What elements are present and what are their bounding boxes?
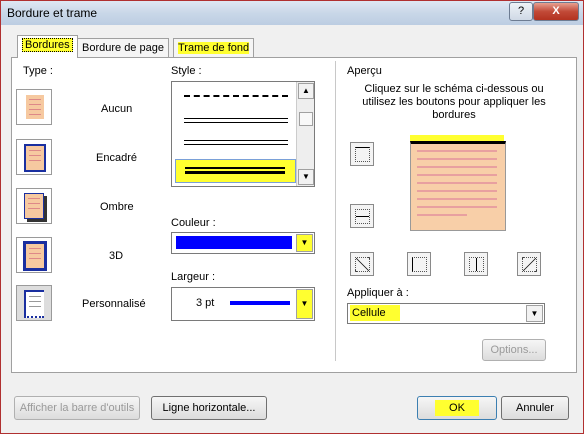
tab-bordures-label: Bordures bbox=[22, 38, 73, 52]
help-button[interactable]: ? bbox=[509, 2, 533, 21]
type-encadre-icon[interactable] bbox=[16, 139, 52, 175]
type-3d-label: 3D bbox=[109, 250, 124, 262]
type-personnalise-label: Personnalisé bbox=[82, 298, 146, 310]
type-encadre-label: Encadré bbox=[96, 152, 137, 164]
type-3d-icon[interactable] bbox=[16, 237, 52, 273]
section-divider bbox=[335, 61, 336, 361]
appliquer-label: Appliquer à : bbox=[347, 287, 409, 299]
type-aucun-label: Aucun bbox=[101, 103, 133, 115]
ligne-horizontale-button[interactable]: Ligne horizontale... bbox=[151, 396, 267, 420]
style-label: Style : bbox=[171, 65, 202, 77]
chevron-down-icon[interactable]: ▼ bbox=[296, 234, 313, 252]
scroll-thumb[interactable] bbox=[299, 112, 313, 126]
tab-bordures[interactable]: Bordures bbox=[17, 35, 78, 58]
apercu-hint: Cliquez sur le schéma ci-dessous ou util… bbox=[362, 83, 546, 121]
border-left-icon bbox=[412, 257, 427, 272]
border-inside-vertical-button[interactable] bbox=[464, 252, 488, 276]
couleur-swatch bbox=[176, 236, 292, 249]
largeur-select[interactable]: 3 pt ▼ bbox=[171, 287, 315, 321]
type-label: Type : bbox=[23, 65, 53, 77]
couleur-select[interactable]: ▼ bbox=[171, 232, 315, 254]
type-ombre-icon[interactable] bbox=[16, 188, 52, 224]
border-diagonal-down-button[interactable] bbox=[350, 252, 374, 276]
tab-trame-de-fond[interactable]: Trame de fond bbox=[173, 38, 255, 57]
afficher-barre-outils-button[interactable]: Afficher la barre d'outils bbox=[14, 396, 140, 420]
largeur-sample-line bbox=[230, 301, 290, 305]
type-aucun-icon[interactable] bbox=[16, 89, 52, 125]
style-option-selected[interactable] bbox=[175, 159, 296, 183]
preview-document bbox=[410, 141, 506, 231]
border-left-button[interactable] bbox=[407, 252, 431, 276]
border-top-icon bbox=[355, 147, 370, 162]
dialog-window: Bordure et trame ? X Bordures Bordure de… bbox=[0, 0, 584, 434]
ok-button[interactable]: OK bbox=[417, 396, 497, 420]
close-button[interactable]: X bbox=[533, 2, 579, 21]
largeur-label: Largeur : bbox=[171, 271, 216, 283]
appliquer-select[interactable]: Cellule ▼ bbox=[347, 303, 545, 324]
cancel-button[interactable]: Annuler bbox=[501, 396, 569, 420]
apercu-label: Aperçu bbox=[347, 65, 382, 77]
scroll-down-icon[interactable]: ▼ bbox=[298, 169, 314, 185]
border-inside-vertical-icon bbox=[469, 257, 484, 272]
appliquer-value: Cellule bbox=[350, 305, 400, 321]
title-bar: Bordure et trame ? X bbox=[1, 1, 583, 25]
type-ombre-label: Ombre bbox=[100, 201, 134, 213]
apercu-preview[interactable] bbox=[393, 125, 521, 241]
couleur-label: Couleur : bbox=[171, 217, 216, 229]
diagonal-down-icon bbox=[522, 257, 537, 272]
style-scrollbar[interactable]: ▲ ▼ bbox=[296, 82, 314, 186]
largeur-value: 3 pt bbox=[196, 297, 215, 309]
border-inside-horizontal-icon bbox=[355, 209, 370, 224]
style-option-thin-double[interactable] bbox=[184, 140, 288, 145]
tab-bordure-de-page-label: Bordure de page bbox=[82, 42, 164, 54]
options-button[interactable]: Options... bbox=[482, 339, 546, 361]
tab-trame-de-fond-label: Trame de fond bbox=[178, 42, 250, 54]
border-inside-horizontal-button[interactable] bbox=[350, 204, 374, 228]
scroll-up-icon[interactable]: ▲ bbox=[298, 83, 314, 99]
chevron-down-icon[interactable]: ▼ bbox=[526, 305, 543, 322]
diagonal-up-icon bbox=[355, 257, 370, 272]
border-diagonal-up-button[interactable] bbox=[517, 252, 541, 276]
type-personnalise-icon[interactable] bbox=[16, 285, 52, 321]
style-option-double[interactable] bbox=[184, 118, 288, 123]
tab-bordure-de-page[interactable]: Bordure de page bbox=[77, 38, 169, 57]
style-listbox[interactable]: ▲ ▼ bbox=[171, 81, 315, 187]
style-option-dashdot[interactable] bbox=[184, 95, 288, 97]
dialog-title: Bordure et trame bbox=[7, 6, 98, 20]
chevron-down-icon[interactable]: ▼ bbox=[296, 289, 313, 319]
border-top-button[interactable] bbox=[350, 142, 374, 166]
ok-button-label: OK bbox=[435, 400, 479, 416]
